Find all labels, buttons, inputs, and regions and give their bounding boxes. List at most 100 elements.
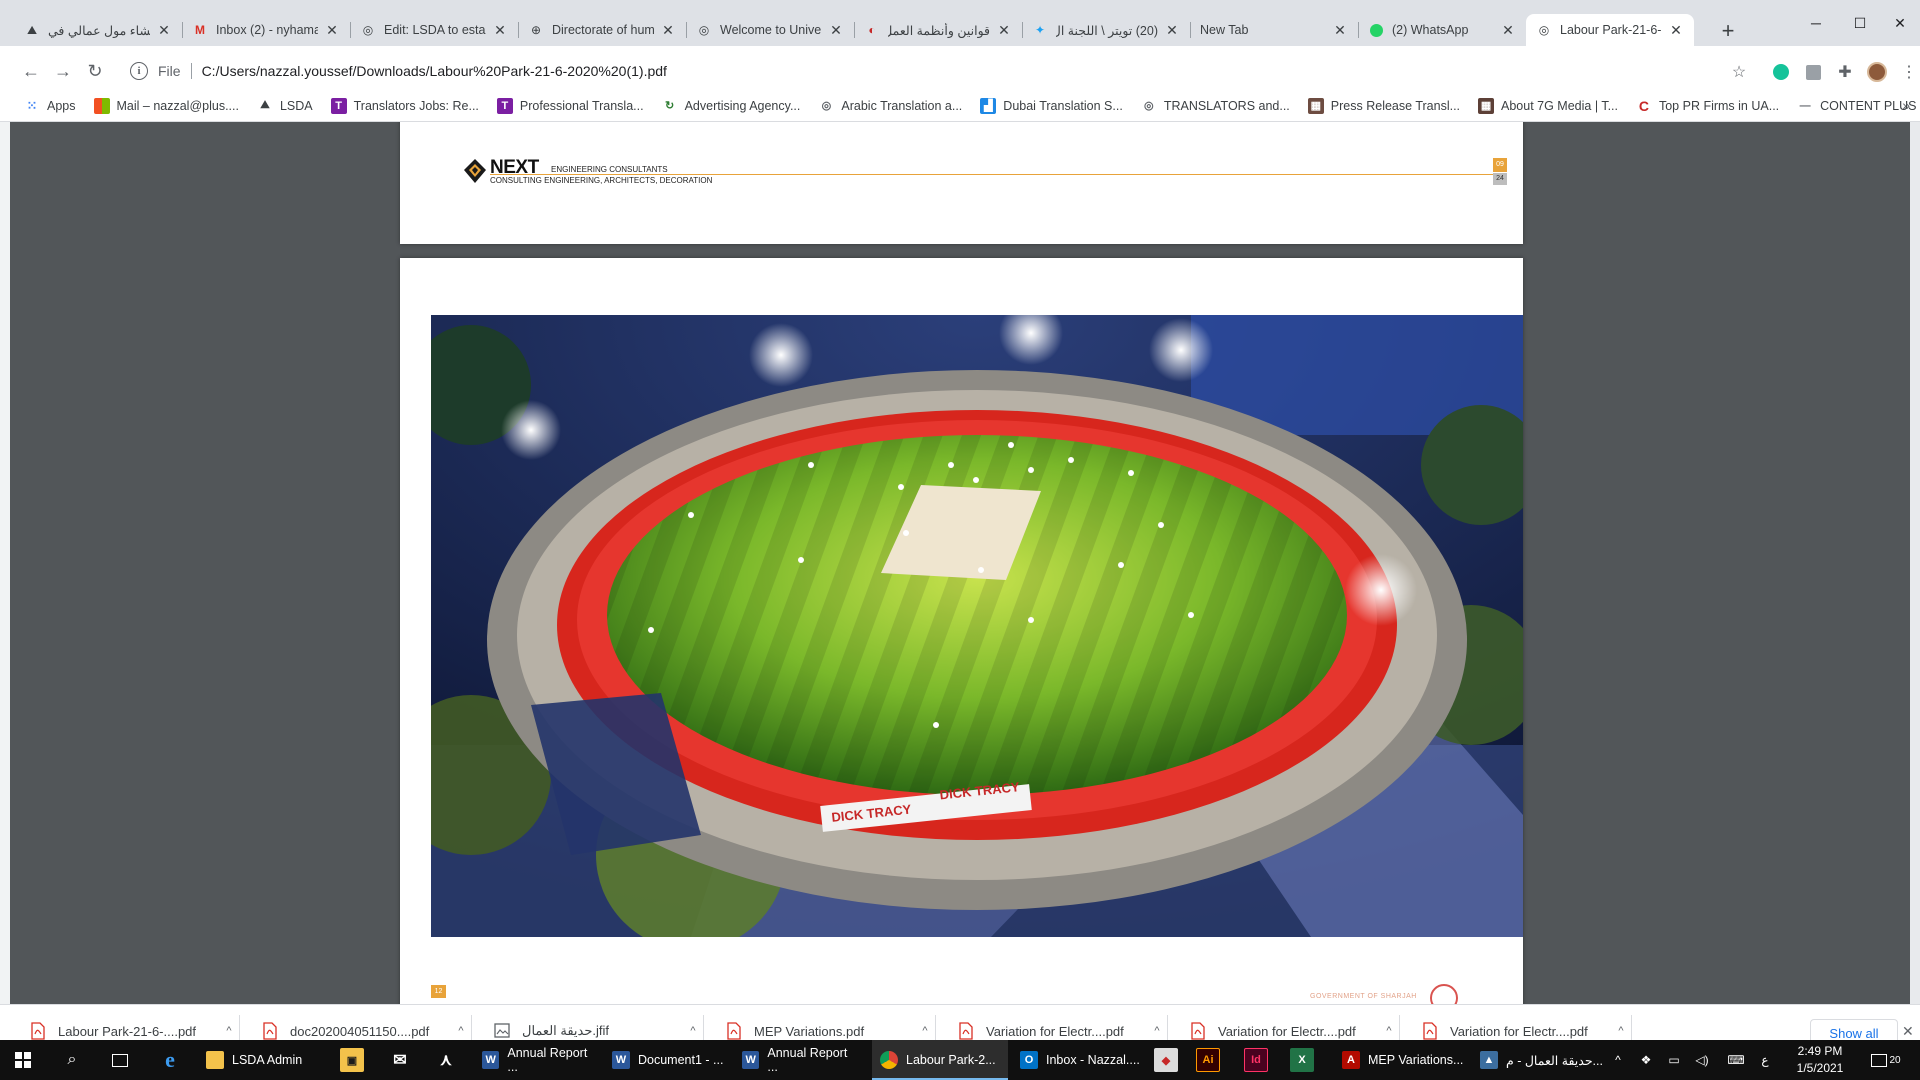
tab-labour-park-pdf[interactable]: ◎ Labour Park-21-6-2 ✕ — [1526, 14, 1694, 46]
app-icon-generic[interactable]: ◆ — [1154, 1048, 1178, 1072]
chevron-up-icon[interactable]: ^ — [683, 1025, 703, 1037]
store-icon[interactable]: ▣ — [340, 1048, 364, 1072]
taskbar-app-lsda-admin[interactable]: LSDA Admin — [198, 1040, 350, 1080]
illustrator-icon[interactable]: Ai — [1196, 1048, 1220, 1072]
dropbox-icon[interactable]: ❖ — [1634, 1040, 1658, 1080]
close-icon[interactable]: ✕ — [1164, 22, 1180, 38]
chevron-up-icon[interactable]: ^ — [1147, 1025, 1167, 1037]
close-icon[interactable]: ✕ — [660, 22, 676, 38]
taskbar-app-annual-report-2[interactable]: W Annual Report ... — [734, 1040, 858, 1080]
tab-labour-laws[interactable]: ◐ قوانين وأنظمة العمل ✕ — [854, 14, 1022, 46]
minimize-button[interactable]: ─ — [1796, 8, 1836, 38]
tab-lsda-mall[interactable]: ⛰ إنشاء مول عمالي في ✕ — [14, 14, 182, 46]
vertical-scrollbar[interactable] — [1910, 122, 1920, 1004]
tab-whatsapp[interactable]: (2) WhatsApp ✕ — [1358, 14, 1526, 46]
start-button[interactable] — [0, 1040, 46, 1080]
link-icon: ↻ — [664, 100, 675, 112]
bookmark-label: Arabic Translation a... — [841, 98, 963, 113]
extensions-puzzle-icon[interactable]: ✚ — [1834, 61, 1856, 83]
bookmark-advertising-agency[interactable]: ↻ Advertising Agency... — [662, 98, 800, 114]
close-icon[interactable]: ✕ — [1332, 22, 1348, 38]
bookmark-arabic-translation[interactable]: ◎ Arabic Translation a... — [818, 98, 963, 114]
bookmark-top-pr-firms[interactable]: C Top PR Firms in UA... — [1636, 98, 1779, 114]
window-close-button[interactable]: ✕ — [1880, 8, 1920, 38]
taskbar-app-photos[interactable]: ▲ حديقة العمال - م... — [1472, 1040, 1612, 1080]
excel-icon[interactable]: X — [1290, 1048, 1314, 1072]
close-downloads-icon[interactable]: ✕ — [1902, 1023, 1914, 1040]
forward-button[interactable]: → — [50, 58, 76, 84]
bookmark-label: About 7G Media | T... — [1501, 98, 1618, 113]
chevron-up-icon[interactable]: ^ — [1606, 1040, 1630, 1080]
url-text[interactable]: C:/Users/nazzal.youssef/Downloads/Labour… — [202, 63, 667, 79]
close-icon[interactable]: ✕ — [1668, 22, 1684, 38]
bookmark-apps[interactable]: ⁙ Apps — [24, 98, 76, 114]
input-language-indicator[interactable]: ع — [1754, 1040, 1776, 1080]
search-icon[interactable]: ⌕ — [50, 1040, 94, 1080]
keyboard-icon[interactable]: ⌨ — [1722, 1040, 1750, 1080]
bookmark-translators[interactable]: ◎ TRANSLATORS and... — [1141, 98, 1290, 114]
bookmark-star-icon[interactable]: ☆ — [1728, 61, 1750, 83]
word-icon: W — [482, 1051, 500, 1069]
maximize-button[interactable]: ☐ — [1840, 8, 1880, 38]
pdf-viewer[interactable]: NEXT ENGINEERING CONSULTANTS CONSULTING … — [10, 122, 1910, 1004]
bookmark-professional-translation[interactable]: T Professional Transla... — [496, 97, 644, 114]
edge-icon[interactable]: e — [150, 1040, 190, 1080]
close-icon[interactable]: ✕ — [996, 22, 1012, 38]
dash-icon: — — [1799, 99, 1811, 112]
tab-edit-lsda[interactable]: ◎ Edit: LSDA to estab ✕ — [350, 14, 518, 46]
tab-directorate[interactable]: ⊕ Directorate of hum ✕ — [518, 14, 686, 46]
chevron-up-icon[interactable]: ^ — [1611, 1025, 1631, 1037]
bookmark-dubai-translation[interactable]: ▟ Dubai Translation S... — [980, 97, 1123, 114]
globe-icon: ◎ — [1538, 23, 1550, 37]
volume-icon[interactable]: ◁) — [1690, 1040, 1714, 1080]
extension-acrobat-icon[interactable] — [1802, 61, 1824, 83]
close-icon[interactable]: ✕ — [828, 22, 844, 38]
globe-icon: ◎ — [698, 23, 710, 37]
close-icon[interactable]: ✕ — [156, 22, 172, 38]
grammarly-icon[interactable] — [1770, 61, 1792, 83]
tab-welcome-university[interactable]: ◎ Welcome to Univer ✕ — [686, 14, 854, 46]
bookmark-mail[interactable]: Mail – nazzal@plus.... — [93, 97, 239, 114]
bookmark-label: Translators Jobs: Re... — [353, 98, 479, 113]
chevron-up-icon[interactable]: ^ — [219, 1025, 239, 1037]
close-icon[interactable]: ✕ — [492, 22, 508, 38]
chevron-up-icon[interactable]: ^ — [1379, 1025, 1399, 1037]
bookmark-press-release[interactable]: ▦ Press Release Transl... — [1307, 97, 1461, 114]
back-button[interactable]: ← — [18, 58, 44, 84]
info-icon[interactable]: i — [130, 62, 148, 80]
taskbar-app-chrome-labour-park[interactable]: Labour Park-2... — [872, 1040, 1008, 1080]
chevron-up-icon[interactable]: ^ — [915, 1025, 935, 1037]
mail-icon[interactable]: ✉ — [388, 1048, 412, 1072]
page-number: 12 — [431, 985, 446, 998]
bookmark-7g-media[interactable]: ▦ About 7G Media | T... — [1478, 97, 1618, 114]
system-clock[interactable]: 2:49 PM 1/5/2021 — [1780, 1043, 1860, 1077]
address-bar[interactable]: i File C:/Users/nazzal.youssef/Downloads… — [120, 56, 1740, 86]
bookmarks-overflow-icon[interactable]: » — [1902, 97, 1910, 113]
taskbar-app-annual-report-1[interactable]: W Annual Report ... — [474, 1040, 598, 1080]
bookmark-lsda[interactable]: ⛰ LSDA — [257, 98, 312, 114]
tab-title: إنشاء مول عمالي في — [48, 23, 150, 38]
profile-avatar[interactable] — [1866, 61, 1888, 83]
clock-time: 2:49 PM — [1797, 1044, 1843, 1058]
acrobat-pinned-icon[interactable]: ⋏ — [434, 1048, 458, 1072]
close-icon[interactable]: ✕ — [324, 22, 340, 38]
menu-kebab-icon[interactable]: ⋮ — [1898, 61, 1920, 83]
bookmark-translators-jobs[interactable]: T Translators Jobs: Re... — [330, 97, 479, 114]
reload-button[interactable]: ↻ — [82, 58, 108, 84]
tab-title: Inbox (2) - nyhama — [216, 23, 318, 37]
notification-center-button[interactable]: 20 — [1866, 1040, 1906, 1080]
new-tab-button[interactable]: + — [1716, 20, 1740, 44]
network-icon[interactable]: ▭ — [1662, 1040, 1686, 1080]
taskbar-app-outlook-inbox[interactable]: O Inbox - Nazzal.... — [1012, 1040, 1148, 1080]
close-icon[interactable]: ✕ — [1500, 22, 1516, 38]
bookmark-label: Press Release Transl... — [1330, 98, 1461, 113]
task-view-icon[interactable] — [98, 1040, 142, 1080]
taskbar-app-mep-variations[interactable]: A MEP Variations... — [1334, 1040, 1466, 1080]
tab-gmail-inbox[interactable]: M Inbox (2) - nyhama ✕ — [182, 14, 350, 46]
chevron-up-icon[interactable]: ^ — [451, 1025, 471, 1037]
indesign-icon[interactable]: Id — [1244, 1048, 1268, 1072]
tab-new-tab[interactable]: New Tab ✕ — [1190, 14, 1358, 46]
taskbar-app-document1[interactable]: W Document1 - ... — [604, 1040, 728, 1080]
tab-twitter[interactable]: ✦ (20) تويتر \ اللجنة ال ✕ — [1022, 14, 1190, 46]
microsoft-icon — [93, 97, 110, 114]
